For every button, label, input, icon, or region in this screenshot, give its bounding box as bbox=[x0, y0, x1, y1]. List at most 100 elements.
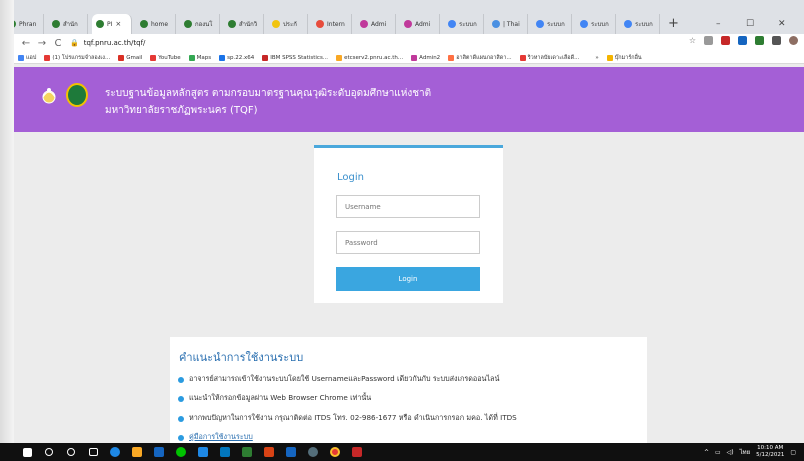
url-text: tqf.pnru.ac.th/tqf/ bbox=[83, 39, 146, 47]
browser-tab[interactable]: | Thai bbox=[488, 14, 528, 34]
login-button[interactable]: Login bbox=[336, 267, 480, 291]
clock[interactable]: 10:10 AM 5/12/2021 bbox=[756, 445, 784, 459]
browser-tab[interactable]: Admi bbox=[356, 14, 396, 34]
tab-favicon-icon bbox=[404, 20, 412, 28]
tab-label: | Thai bbox=[503, 20, 520, 28]
new-tab-button[interactable]: + bbox=[668, 14, 679, 34]
powerpoint-icon[interactable] bbox=[258, 443, 280, 461]
tab-favicon-icon bbox=[580, 20, 588, 28]
excel-icon[interactable] bbox=[236, 443, 258, 461]
browser-tab-strip: Phran สำนัก PI × home กองนโ สำนักวิ ประกั Intern… bbox=[0, 0, 804, 34]
bookmark-item[interactable]: อาสิตาดีแผนกอาสิดา... bbox=[448, 54, 512, 62]
browser-tab[interactable]: สำนักวิ bbox=[224, 14, 264, 34]
tab-favicon-icon bbox=[360, 20, 368, 28]
network-icon[interactable]: ▭ bbox=[715, 449, 721, 456]
browser-tab[interactable]: ระบบก bbox=[576, 14, 616, 34]
mail-icon[interactable] bbox=[192, 443, 214, 461]
store-icon[interactable] bbox=[148, 443, 170, 461]
bookmark-item[interactable]: (1) โปรแกรมจำลองเง... bbox=[44, 54, 110, 62]
bookmark-item[interactable]: IBM SPSS Statistics... bbox=[262, 54, 328, 61]
bookmarks-bar: แอป (1) โปรแกรมจำลองเง... Gmail YouTube Maps… bbox=[0, 52, 804, 64]
puzzle-icon[interactable] bbox=[772, 36, 781, 45]
help-item: หากพบปัญหาในการใช้งาน กรุณาติดต่อ ITDS โ… bbox=[178, 413, 517, 424]
language-indicator[interactable]: ไทย bbox=[740, 447, 751, 457]
back-icon[interactable]: ← bbox=[18, 38, 34, 49]
bookmark-label: อาสิตาดีแผนกอาสิดา... bbox=[456, 54, 512, 61]
tab-label: ระบบก bbox=[459, 21, 477, 28]
bookmark-icon bbox=[219, 54, 226, 61]
browser-tab[interactable]: PI × bbox=[92, 14, 132, 34]
browser-tab[interactable]: สำนัก bbox=[48, 14, 88, 34]
bookmark-item[interactable]: Admin2 bbox=[411, 54, 440, 61]
app-icon[interactable] bbox=[214, 443, 236, 461]
password-input[interactable] bbox=[336, 231, 480, 254]
line-icon[interactable] bbox=[170, 443, 192, 461]
bookmark-item[interactable]: บุ๊กมาร์กอื่น bbox=[606, 54, 642, 62]
cortana-icon[interactable] bbox=[60, 443, 82, 461]
tab-favicon-icon bbox=[448, 20, 456, 28]
url-input[interactable]: 🔒 tqf.pnru.ac.th/tqf/ bbox=[70, 36, 690, 50]
file-explorer-icon[interactable] bbox=[126, 443, 148, 461]
bookmark-item[interactable]: etcserv2.pnru.ac.th... bbox=[336, 54, 403, 61]
app-icon[interactable] bbox=[302, 443, 324, 461]
word-icon[interactable] bbox=[280, 443, 302, 461]
edge-icon[interactable] bbox=[104, 443, 126, 461]
bookmark-item[interactable]: แอป bbox=[18, 54, 36, 62]
login-card: Login Login bbox=[314, 145, 503, 303]
bookmark-icon bbox=[150, 54, 157, 61]
emblem-icon bbox=[42, 88, 56, 104]
tab-favicon-icon bbox=[52, 20, 60, 28]
volume-icon[interactable]: ◁) bbox=[727, 449, 734, 456]
windows-taskbar: ^ ▭ ◁) ไทย 10:10 AM 5/12/2021 ▢ bbox=[0, 443, 804, 461]
bookmark-icon bbox=[118, 54, 125, 61]
tab-favicon-icon bbox=[316, 20, 324, 28]
minimize-button[interactable]: – bbox=[716, 14, 721, 34]
bullet-icon bbox=[178, 376, 184, 383]
bookmark-label: Gmail bbox=[126, 54, 143, 61]
browser-tab[interactable]: ประกั bbox=[268, 14, 308, 34]
manual-link[interactable]: คู่มือการใช้งานระบบ bbox=[189, 432, 253, 443]
star-icon[interactable]: ☆ bbox=[689, 36, 696, 45]
bookmark-item[interactable]: YouTube bbox=[150, 54, 181, 61]
tab-label: ระบบก bbox=[591, 21, 609, 28]
username-input[interactable] bbox=[336, 195, 480, 218]
browser-tab[interactable]: กองนโ bbox=[180, 14, 220, 34]
extension-icon[interactable] bbox=[704, 36, 713, 45]
chrome-icon[interactable] bbox=[324, 443, 346, 461]
browser-tab[interactable]: ระบบก bbox=[444, 14, 484, 34]
bookmark-label: (1) โปรแกรมจำลองเง... bbox=[52, 54, 111, 61]
bookmark-item[interactable]: Gmail bbox=[118, 54, 143, 61]
browser-tab[interactable]: ระบบก bbox=[620, 14, 660, 34]
browser-tab[interactable]: home bbox=[136, 14, 176, 34]
maximize-button[interactable]: ☐ bbox=[746, 14, 754, 34]
notification-icon[interactable]: ▢ bbox=[790, 449, 796, 456]
bookmark-label: ริวหาลบัยเดาะเลือดี... bbox=[527, 54, 580, 61]
extension-icons: ☆ bbox=[689, 36, 798, 45]
bookmark-item[interactable]: » bbox=[587, 54, 599, 61]
close-window-button[interactable]: ✕ bbox=[778, 14, 786, 34]
acrobat-icon[interactable] bbox=[346, 443, 368, 461]
windows-start-icon[interactable] bbox=[16, 443, 38, 461]
browser-tab[interactable]: Admi bbox=[400, 14, 440, 34]
site-header: ระบบฐานข้อมูลหลักสูตร ตามกรอบมาตรฐานคุณว… bbox=[14, 67, 804, 132]
bookmark-item[interactable]: ริวหาลบัยเดาะเลือดี... bbox=[519, 54, 580, 62]
reload-icon[interactable]: C bbox=[50, 38, 66, 49]
bookmark-label: sp.22.x64 bbox=[227, 54, 255, 61]
extension-icon[interactable] bbox=[755, 36, 764, 45]
browser-tab[interactable]: Intern bbox=[312, 14, 352, 34]
task-view-icon[interactable] bbox=[82, 443, 104, 461]
avatar[interactable] bbox=[789, 36, 798, 45]
bullet-icon bbox=[178, 434, 184, 441]
tab-favicon-icon bbox=[492, 20, 500, 28]
system-tray: ^ ▭ ◁) ไทย 10:10 AM 5/12/2021 ▢ bbox=[704, 443, 796, 461]
forward-icon[interactable]: → bbox=[34, 38, 50, 49]
bookmark-item[interactable]: Maps bbox=[188, 54, 211, 61]
bookmark-icon bbox=[587, 54, 594, 61]
extension-icon[interactable] bbox=[721, 36, 730, 45]
search-icon[interactable] bbox=[38, 443, 60, 461]
tray-chevron-icon[interactable]: ^ bbox=[704, 449, 709, 456]
browser-tab[interactable]: ระบบก bbox=[532, 14, 572, 34]
close-tab-icon[interactable]: × bbox=[115, 20, 121, 28]
bookmark-item[interactable]: sp.22.x64 bbox=[219, 54, 255, 61]
extension-icon[interactable] bbox=[738, 36, 747, 45]
